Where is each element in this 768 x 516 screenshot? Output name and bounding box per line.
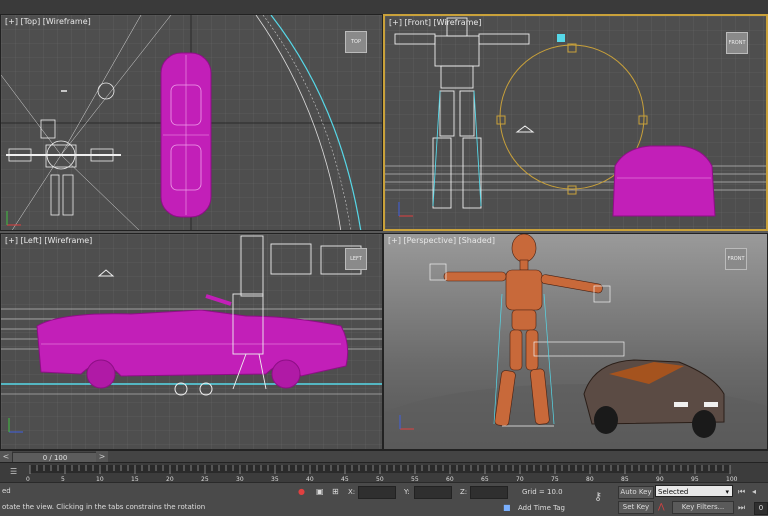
key-mode-toggle-icon[interactable]: ⏭ (738, 503, 745, 513)
key-mode-icon[interactable]: ⋀ (658, 502, 665, 512)
viewport-label-left[interactable]: [+] [Left] [Wireframe] (5, 236, 92, 245)
z-coord-label: Z: (460, 488, 468, 496)
x-coord-label: X: (348, 488, 356, 496)
car-top-wireframe (160, 52, 212, 218)
status-bar: ed otate the view. Clicking in the tabs … (0, 482, 768, 516)
current-frame-field[interactable]: 0 (754, 502, 768, 515)
set-key-button[interactable]: Set Key (618, 501, 654, 514)
viewcube-front[interactable]: FRONT (726, 32, 748, 54)
viewport-label-front[interactable]: [+] [Front] [Wireframe] (389, 18, 481, 27)
viewport-toolbar-strip (0, 0, 768, 14)
add-time-tag-button[interactable]: Add Time Tag (518, 504, 565, 512)
viewport-perspective[interactable]: [+] [Perspective] [Shaded] FRONT (383, 233, 768, 450)
track-ruler: 0 5 10 15 20 25 30 35 40 45 50 55 60 65 70 75 80 85 90 95 10… (26, 465, 738, 483)
time-tag-icon[interactable]: ■ (503, 503, 511, 513)
top-view-scene (1, 15, 382, 230)
key-filters-button[interactable]: Key Filters... (672, 501, 734, 514)
lock-icon[interactable]: ▣ (316, 487, 324, 497)
perspective-view-scene (384, 234, 767, 449)
viewcube-perspective[interactable]: FRONT (725, 248, 747, 270)
set-key-key-icon[interactable]: ⚷ (594, 491, 602, 502)
track-bar[interactable]: ☰ 0 5 10 15 20 25 30 35 40 45 50 55 60 65 70 75 80 85 90 95… (0, 462, 768, 483)
status-prompt-text: otate the view. Clicking in the tabs con… (2, 503, 206, 511)
viewport-front[interactable]: [+] [Front] [Wireframe] FRONT (383, 14, 768, 231)
z-coord-field[interactable] (470, 486, 508, 499)
isolate-selection-icon[interactable]: ● (298, 487, 305, 497)
grid-size-text: Grid = 10.0 (522, 488, 563, 496)
key-selection-value: Selected (658, 488, 689, 496)
viewport-left[interactable]: [+] [Left] [Wireframe] LEFT (0, 233, 383, 450)
viewcube-top[interactable]: TOP (345, 31, 367, 53)
front-view-scene (385, 16, 766, 229)
auto-key-button[interactable]: Auto Key (618, 486, 654, 499)
left-view-scene (1, 234, 382, 449)
car-front-wireframe (612, 145, 716, 217)
viewport-label-perspective[interactable]: [+] [Perspective] [Shaded] (388, 236, 495, 245)
x-coord-field[interactable] (358, 486, 396, 499)
go-to-start-icon[interactable]: ⏮ (738, 487, 745, 497)
y-coord-field[interactable] (414, 486, 452, 499)
y-coord-label: Y: (404, 488, 410, 496)
viewport-top[interactable]: [+] [Top] [Wireframe] TOP (0, 14, 383, 231)
viewcube-left[interactable]: LEFT (345, 248, 367, 270)
viewport-label-top[interactable]: [+] [Top] [Wireframe] (5, 17, 91, 26)
absolute-mode-icon[interactable]: ⊞ (332, 487, 339, 497)
chevron-down-icon: ▾ (725, 488, 729, 496)
previous-frame-icon[interactable]: ◂ (752, 487, 756, 497)
status-selection-text: ed (2, 487, 11, 495)
key-selection-dropdown[interactable]: Selected ▾ (655, 485, 733, 497)
